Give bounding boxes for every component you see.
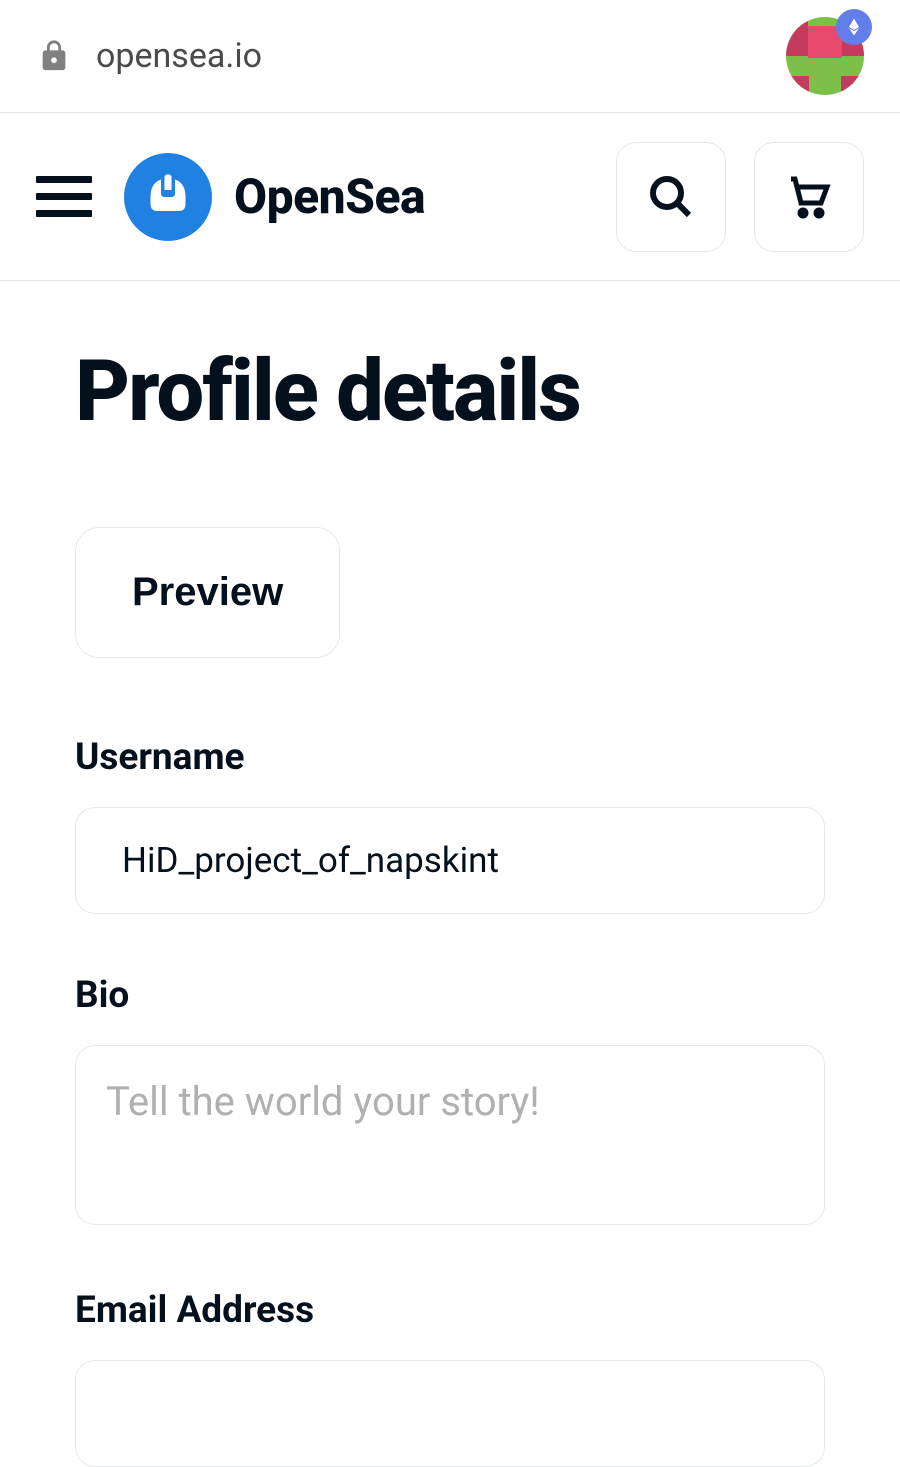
lock-icon xyxy=(36,38,72,74)
email-input[interactable] xyxy=(75,1360,825,1467)
email-group: Email Address xyxy=(75,1289,825,1467)
username-input[interactable] xyxy=(75,807,825,914)
cart-icon xyxy=(785,173,833,221)
cart-button[interactable] xyxy=(754,142,864,252)
bio-textarea[interactable] xyxy=(75,1045,825,1225)
opensea-logo-icon xyxy=(124,153,212,241)
search-button[interactable] xyxy=(616,142,726,252)
preview-button[interactable]: Preview xyxy=(75,527,340,658)
bio-group: Bio xyxy=(75,974,825,1229)
email-label: Email Address xyxy=(75,1289,825,1332)
menu-button[interactable] xyxy=(36,168,94,226)
brand-name: OpenSea xyxy=(234,168,425,225)
page-title: Profile details xyxy=(75,341,825,441)
search-icon xyxy=(647,173,695,221)
username-group: Username xyxy=(75,736,825,914)
browser-address-bar: opensea.io xyxy=(0,0,900,113)
ethereum-badge-icon xyxy=(836,9,872,45)
main-content: Profile details Preview Username Bio Ema… xyxy=(0,281,900,1467)
username-label: Username xyxy=(75,736,825,779)
hamburger-icon xyxy=(36,176,92,183)
user-avatar[interactable] xyxy=(786,17,864,95)
logo-section[interactable]: OpenSea xyxy=(124,153,616,241)
app-header: OpenSea xyxy=(0,113,900,281)
bio-label: Bio xyxy=(75,974,825,1017)
url-text[interactable]: opensea.io xyxy=(96,36,786,76)
